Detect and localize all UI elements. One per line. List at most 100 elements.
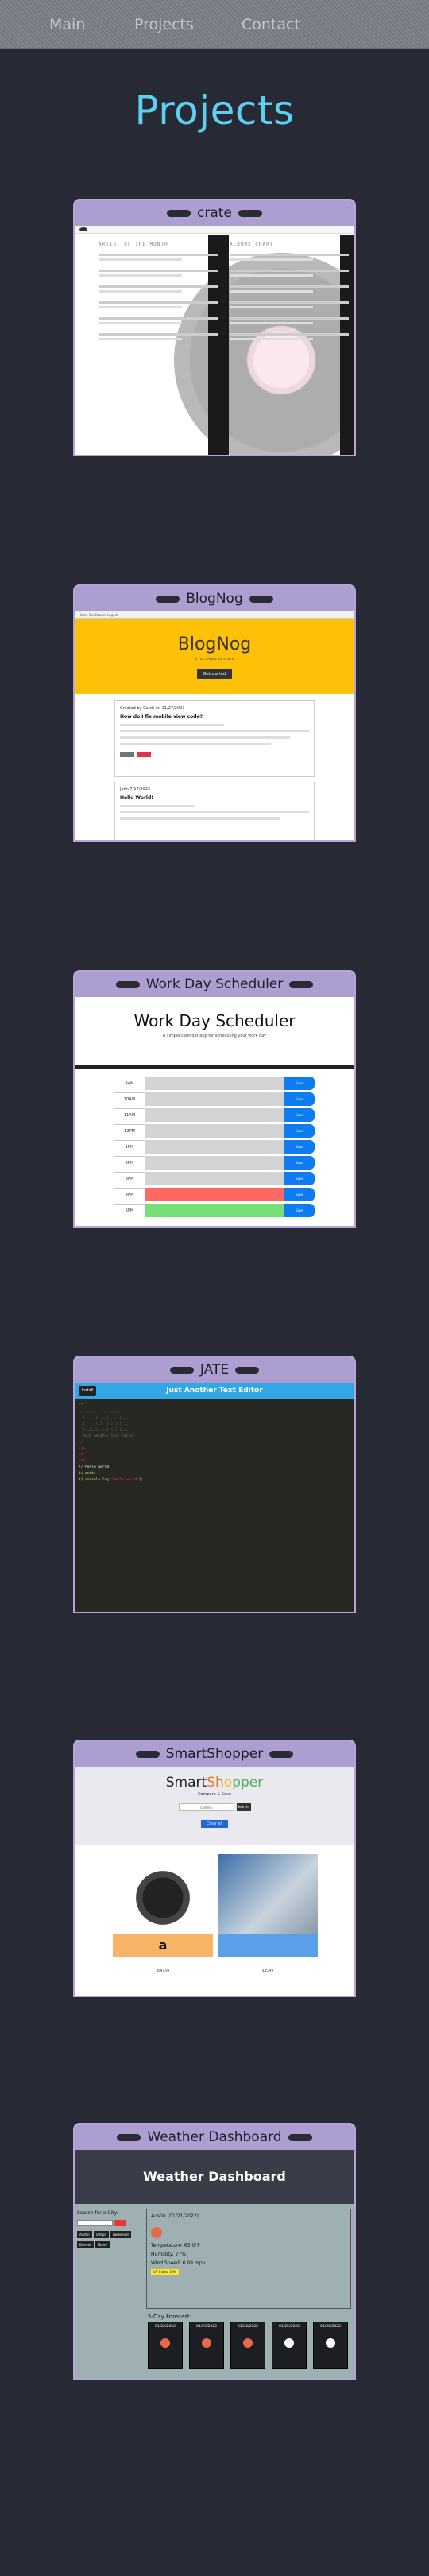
camera-image — [113, 1854, 213, 1934]
history-button: Miami — [95, 2241, 110, 2248]
save-button: Save — [284, 1172, 315, 1185]
nav-link-contact[interactable]: Contact — [242, 16, 300, 33]
hour-label: 1PM — [114, 1140, 145, 1154]
product-price: $697.99 — [156, 1969, 170, 1973]
history-button: Tampa — [93, 2231, 109, 2238]
project-screenshot[interactable]: ARTIST OF THE MONTH ALBUMS CHART — [75, 226, 354, 455]
pill-decoration — [238, 209, 262, 217]
search-label: Search for a City: — [77, 2210, 118, 2216]
project-screenshot[interactable]: SmartShopper Compare & Save camera Searc… — [75, 1767, 354, 1996]
card-title: BlogNog — [186, 591, 243, 607]
shop-brand: SmartShopper — [165, 1775, 264, 1790]
project-card-smartshopper[interactable]: SmartShopper SmartShopper Compare & Save… — [73, 1740, 356, 1997]
column-heading: ARTIST OF THE MONTH — [99, 242, 168, 247]
hero-title: BlogNog — [177, 634, 252, 654]
scheduler-heading: Work Day Scheduler — [133, 1011, 296, 1030]
project-card-scheduler[interactable]: Work Day Scheduler Work Day Scheduler A … — [73, 970, 356, 1228]
post-title: Hello World! — [120, 795, 153, 801]
project-card-weather[interactable]: Weather Dashboard Weather Dashboard Sear… — [73, 2123, 356, 2380]
jate-title: Just Another Text Editor — [166, 1387, 263, 1395]
save-button: Save — [284, 1156, 315, 1170]
history-button: Lakewood — [110, 2231, 131, 2238]
scheduler-subheading: A simple calendar app for scheduling you… — [162, 1034, 267, 1038]
history-button: Denver — [77, 2241, 94, 2248]
shop-search: camera Search! — [178, 1803, 251, 1811]
forecast-date: 01/23/2022 — [196, 2325, 217, 2329]
save-button: Save — [284, 1204, 315, 1217]
project-screenshot[interactable]: Home Dashboard Logout BlogNog a fun plac… — [75, 611, 354, 840]
card-title: SmartShopper — [165, 1746, 264, 1762]
shop-header: SmartShopper Compare & Save camera Searc… — [75, 1767, 354, 1845]
nav-link-main[interactable]: Main — [49, 16, 85, 33]
forecast-card: 01/23/2022 — [189, 2322, 224, 2369]
code-editor: /* _____ _____ | _ | __|_ _|___ | |_| | … — [79, 1403, 144, 1482]
forecast-date: 01/22/2022 — [155, 2325, 176, 2329]
save-button: Save — [284, 1092, 315, 1106]
project-card-crate[interactable]: crate ARTIST OF THE MONTH ALBUMS CHART — [73, 199, 356, 456]
weather-icon — [160, 2338, 170, 2348]
time-block: 5PM Save — [114, 1204, 315, 1217]
forecast-card: 01/25/2022 — [272, 2322, 307, 2369]
product-card: a $697.99 — [113, 1854, 213, 1973]
clear-button: Clear all — [200, 1820, 229, 1828]
page-title: Projects — [134, 87, 295, 134]
weather-search-panel: Search for a City: Austin Tampa Lakewood De… — [77, 2210, 142, 2248]
store-logo — [218, 1934, 318, 1957]
wind-speed: Wind Speed: 6.08 mph — [151, 2260, 206, 2266]
event-textarea — [145, 1172, 284, 1185]
forecast-date: 01/26/2022 — [320, 2325, 341, 2329]
pill-decoration — [115, 980, 140, 988]
time-block: 11AM Save — [114, 1108, 315, 1122]
pill-decoration — [169, 1366, 194, 1374]
city-date: Austin (01/21/2022) — [151, 2213, 199, 2219]
project-card-blognog[interactable]: BlogNog Home Dashboard Logout BlogNog a … — [73, 584, 356, 842]
project-screenshot[interactable]: Work Day Scheduler A simple calendar app… — [75, 997, 354, 1226]
artist-column: ARTIST OF THE MONTH — [99, 242, 218, 349]
project-screenshot[interactable]: Install Just Another Text Editor /* ____… — [75, 1383, 354, 1612]
time-block: 4PM Save — [114, 1188, 315, 1201]
forecast-card: 01/22/2022 — [148, 2322, 183, 2369]
pill-decoration — [269, 1750, 294, 1758]
search-button: Search! — [236, 1803, 251, 1811]
pill-decoration — [167, 209, 191, 217]
card-header: crate — [75, 200, 354, 226]
install-button: Install — [79, 1386, 96, 1396]
post-meta: John 7/17/2023 — [120, 787, 151, 792]
screenshot-topbar — [75, 226, 354, 234]
weather-header: Weather Dashboard — [75, 2150, 354, 2204]
forecast-date: 01/24/2022 — [238, 2325, 258, 2329]
weather-icon — [151, 2227, 162, 2238]
card-header: BlogNog — [75, 586, 354, 611]
project-card-jate[interactable]: JATE Install Just Another Text Editor /*… — [73, 1356, 356, 1613]
jate-header: Install Just Another Text Editor — [75, 1383, 354, 1399]
weather-icon — [284, 2338, 294, 2348]
store-logo: a — [113, 1934, 213, 1957]
save-button: Save — [284, 1188, 315, 1201]
temperature: Temperature: 63.0°F — [151, 2243, 200, 2248]
weather-icon — [243, 2338, 253, 2348]
time-block: 12PM Save — [114, 1124, 315, 1138]
hero: BlogNog a fun place to share Get started — [75, 619, 354, 694]
hour-label: 12PM — [114, 1124, 145, 1138]
product-card: $45.99 — [218, 1854, 318, 1973]
blog-post: Created by Caleb on 11/27/2023 How do I … — [114, 700, 315, 777]
history-button: Austin — [77, 2231, 92, 2238]
event-textarea — [145, 1188, 284, 1201]
hero-subtitle: a fun place to share — [195, 657, 234, 661]
card-title: JATE — [199, 1362, 230, 1378]
project-screenshot[interactable]: Weather Dashboard Search for a City: Aus… — [75, 2150, 354, 2379]
post-title: How do I fix mobile view code? — [120, 714, 203, 720]
scheduler-header: Work Day Scheduler A simple calendar app… — [75, 997, 354, 1069]
screenshot-nav: Home Dashboard Logout — [75, 611, 354, 619]
hour-label: 9AM — [114, 1077, 145, 1090]
event-textarea — [145, 1156, 284, 1170]
save-button: Save — [284, 1108, 315, 1122]
pill-decoration — [235, 1366, 260, 1374]
search-history: Austin Tampa Lakewood Denver Miami — [77, 2228, 142, 2248]
uv-index: UV Index: 2.94 — [151, 2269, 180, 2275]
time-block: 10AM Save — [114, 1092, 315, 1106]
nav-link-projects[interactable]: Projects — [134, 16, 194, 33]
current-weather: Austin (01/21/2022) Temperature: 63.0°F … — [146, 2209, 351, 2309]
forecast-date: 01/25/2022 — [279, 2325, 300, 2329]
card-header: Work Day Scheduler — [75, 972, 354, 997]
